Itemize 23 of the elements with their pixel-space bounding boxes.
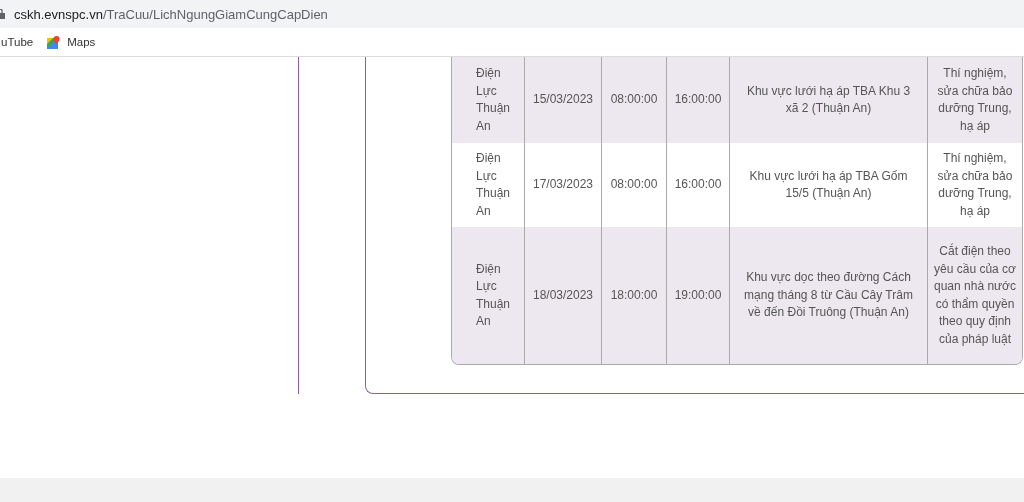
table-cell-text: Thí nghiệm, sửa chữa bảo dưỡng Trung, hạ áp bbox=[936, 65, 1014, 135]
table-cell: Điện Lực Thuận An bbox=[476, 65, 511, 135]
table-cell: Điện Lực Thuận An bbox=[476, 150, 511, 220]
map-pin-icon bbox=[47, 35, 61, 49]
table-cell: 16:00:00 bbox=[674, 91, 722, 109]
table-cell-text: 18/03/2023 bbox=[532, 286, 594, 304]
table-cell-text: 18:00:00 bbox=[610, 286, 658, 304]
table-cell-text: Khu vực lưới hạ áp TBA Khu 3 xã 2 (Thuận An) bbox=[745, 82, 912, 117]
table-cell: 17/03/2023 bbox=[532, 176, 594, 194]
table-cell: 16:00:00 bbox=[674, 176, 722, 194]
table-cell-text: 19:00:00 bbox=[674, 286, 722, 304]
bookmark[interactable]: Maps bbox=[47, 35, 96, 49]
lock-icon bbox=[0, 9, 5, 19]
table-cell: Cắt điện theo yêu cầu của cơ quan nhà nước có thẩm quyền theo quy định của pháp luật bbox=[934, 243, 1016, 348]
table-cell: 08:00:00 bbox=[610, 91, 658, 109]
table-cell-text: Điện Lực Thuận An bbox=[476, 260, 511, 330]
table-cell-text: Khu vực lưới hạ áp TBA Gốm 15/5 (Thuận An) bbox=[748, 167, 909, 202]
bookmark[interactable]: uTube bbox=[1, 36, 34, 48]
table-cell: 08:00:00 bbox=[610, 176, 658, 194]
table-cell: 15/03/2023 bbox=[532, 91, 594, 109]
table-cell-text: Thí nghiệm, sửa chữa bảo dưỡng Trung, hạ áp bbox=[936, 150, 1014, 220]
table-cell-text: Khu vực dọc theo đường Cách mạng tháng 8 từ Cầu Cây Trâm về đến Đồi Truông (Thuận An) bbox=[743, 269, 914, 322]
url-field[interactable]: cskh.evnspc.vn/TraCuu/LichNgungGiamCungCapDien bbox=[14, 6, 328, 22]
